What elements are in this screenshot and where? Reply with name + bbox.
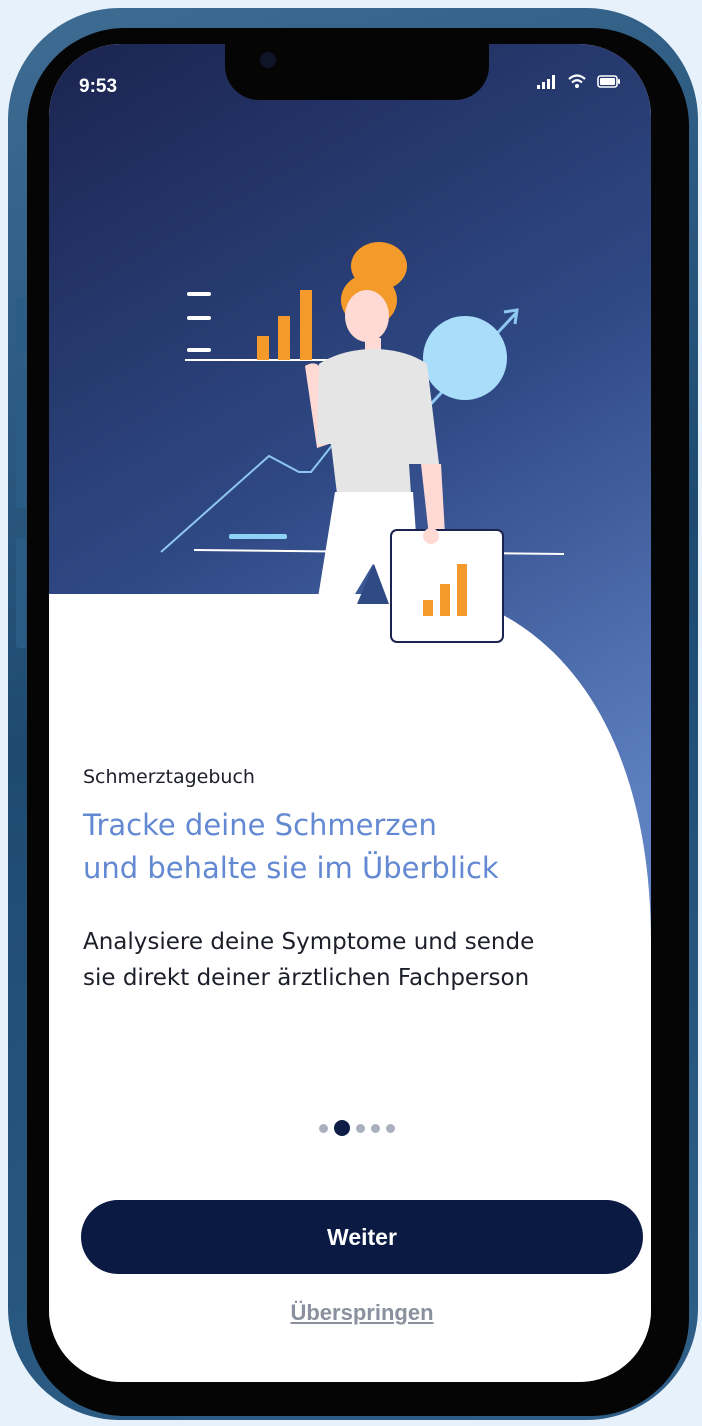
mute-switch bbox=[16, 298, 26, 354]
page-dot-1[interactable] bbox=[319, 1123, 328, 1133]
section-eyebrow: Schmerztagebuch bbox=[83, 766, 255, 788]
status-icons bbox=[537, 74, 621, 89]
hero-illustration bbox=[160, 242, 565, 643]
bar-chart-icon bbox=[257, 336, 269, 360]
page-dot-2-active[interactable] bbox=[334, 1120, 350, 1136]
wifi-icon bbox=[568, 74, 586, 88]
signal-icon bbox=[537, 74, 555, 89]
front-camera-icon bbox=[260, 52, 276, 68]
onboarding-headline: Tracke deine Schmerzen und behalte sie i… bbox=[83, 804, 623, 890]
volume-up-button bbox=[16, 398, 26, 508]
page-stage: 9:53 Schmerztagebuch Tracke deine Schmer… bbox=[0, 0, 702, 1426]
status-time: 9:53 bbox=[79, 76, 118, 97]
description-line-1: Analysiere deine Symptome und sende bbox=[83, 929, 535, 955]
page-dot-4[interactable] bbox=[371, 1123, 380, 1133]
skip-link[interactable]: Überspringen bbox=[49, 1300, 651, 1326]
page-dot-3[interactable] bbox=[356, 1123, 365, 1133]
volume-down-button bbox=[16, 538, 26, 648]
page-indicator bbox=[319, 1120, 395, 1136]
headline-line-1: Tracke deine Schmerzen bbox=[83, 808, 437, 842]
phone-screen: 9:53 Schmerztagebuch Tracke deine Schmer… bbox=[49, 44, 651, 1382]
onboarding-text: Schmerztagebuch Tracke deine Schmerzen u… bbox=[83, 766, 623, 996]
battery-icon bbox=[597, 75, 620, 88]
onboarding-description: Analysiere deine Symptome und sende sie … bbox=[83, 924, 623, 996]
continue-button[interactable]: Weiter bbox=[81, 1200, 643, 1274]
description-line-2: sie direkt deiner ärztlichen Fachperson bbox=[83, 965, 530, 991]
page-dot-5[interactable] bbox=[386, 1123, 395, 1133]
headline-line-2: und behalte sie im Überblick bbox=[83, 851, 499, 885]
legend-line-icon bbox=[187, 292, 211, 296]
